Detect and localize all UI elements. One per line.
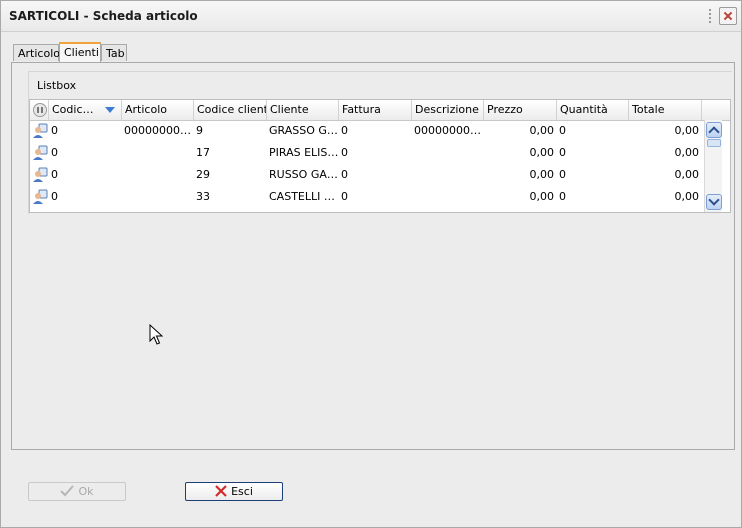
client-person-icon: [33, 189, 48, 204]
cell-quantita: 0: [559, 146, 566, 159]
cell-codice: 0: [51, 168, 58, 181]
cell-fattura: 0: [341, 124, 348, 137]
cell-codice: 0: [51, 190, 58, 203]
cell-descrizione: [412, 186, 484, 208]
grip-icon[interactable]: [709, 9, 714, 23]
col-header-fattura[interactable]: Fattura: [339, 100, 412, 120]
window-title: SARTICOLI - Scheda articolo: [9, 9, 198, 23]
client-person-icon: [33, 123, 48, 138]
grid-header: Codic… Articolo Codice cliente Cliente F…: [30, 100, 730, 121]
table-row[interactable]: 0 17 PIRAS ELIS… 0 0,00 0 0,00: [30, 142, 702, 164]
cell-codice-cliente: 9: [196, 124, 203, 137]
table-row[interactable]: 0 000000000… 9 GRASSO G… 0 000000000… 0,…: [30, 120, 702, 142]
tab-panel-clienti: Listbox Codic… Articolo Codice cliente C…: [11, 62, 735, 450]
tab-articolo[interactable]: Articolo: [13, 44, 60, 61]
cell-cliente: CASTELLI …: [269, 190, 335, 203]
cell-articolo: 000000000…: [124, 124, 194, 137]
cell-totale: 0,00: [674, 124, 700, 137]
cell-codice: 0: [51, 146, 58, 159]
cell-cliente: PIRAS ELIS…: [269, 146, 339, 159]
cell-quantita: 0: [559, 168, 566, 181]
main-window: SARTICOLI - Scheda articolo Articolo Cli…: [0, 0, 742, 528]
col-header-totale[interactable]: Totale: [629, 100, 702, 120]
row-selector-header[interactable]: [30, 100, 49, 120]
col-header-prezzo[interactable]: Prezzo: [484, 100, 557, 120]
client-person-icon: [33, 145, 48, 160]
ok-button[interactable]: Ok: [28, 482, 126, 501]
mouse-cursor-icon: [149, 324, 163, 345]
cell-prezzo: 0,00: [529, 124, 555, 137]
sort-descending-icon[interactable]: [105, 107, 115, 113]
cell-codice-cliente: 33: [196, 190, 210, 203]
client-person-icon: [33, 167, 48, 182]
cancel-x-icon: [215, 485, 227, 497]
cell-cliente: GRASSO G…: [269, 124, 338, 137]
tab-clienti[interactable]: Clienti: [59, 42, 101, 63]
cell-descrizione: [412, 142, 484, 164]
col-header-articolo[interactable]: Articolo: [122, 100, 194, 120]
cell-quantita: 0: [559, 124, 566, 137]
esci-button[interactable]: Esci: [185, 482, 283, 501]
table-row[interactable]: 0 29 RUSSO GAI… 0 0,00 0 0,00: [30, 164, 702, 186]
cell-codice-cliente: 17: [196, 146, 210, 159]
scrollbar-thumb[interactable]: [707, 139, 721, 147]
cell-prezzo: 0,00: [529, 168, 555, 181]
cell-totale: 0,00: [674, 190, 700, 203]
pause-icon[interactable]: [33, 103, 47, 117]
scroll-up-icon[interactable]: [706, 122, 722, 138]
cell-articolo: [122, 142, 194, 164]
col-header-quantita[interactable]: Quantità: [557, 100, 629, 120]
cell-fattura: 0: [341, 168, 348, 181]
cell-articolo: [122, 186, 194, 208]
cell-quantita: 0: [559, 190, 566, 203]
cell-descrizione: 000000000…: [414, 124, 484, 137]
scroll-down-icon[interactable]: [706, 194, 722, 210]
tab-tab[interactable]: Tab: [101, 44, 127, 61]
col-header-descrizione[interactable]: Descrizione: [412, 100, 484, 120]
cell-articolo: [122, 164, 194, 186]
listbox-label: Listbox: [37, 79, 77, 92]
cell-codice-cliente: 29: [196, 168, 210, 181]
cell-descrizione: [412, 164, 484, 186]
cell-cliente: RUSSO GAI…: [269, 168, 339, 181]
col-header-cliente[interactable]: Cliente: [267, 100, 339, 120]
col-header-label: Codic…: [52, 103, 94, 116]
ok-button-label: Ok: [78, 485, 94, 498]
cell-codice: 0: [51, 124, 58, 137]
grid-vertical-scrollbar[interactable]: [704, 120, 722, 212]
cell-fattura: 0: [341, 190, 348, 203]
checkmark-icon: [60, 485, 75, 497]
table-row[interactable]: 0 33 CASTELLI … 0 0,00 0 0,00: [30, 186, 702, 208]
title-bar[interactable]: SARTICOLI - Scheda articolo: [1, 1, 741, 32]
col-header-codice-cliente[interactable]: Codice cliente: [194, 100, 267, 120]
clienti-grid[interactable]: Codic… Articolo Codice cliente Cliente F…: [29, 99, 731, 213]
cell-prezzo: 0,00: [529, 146, 555, 159]
cell-prezzo: 0,00: [529, 190, 555, 203]
esci-button-label: Esci: [231, 485, 253, 498]
cell-totale: 0,00: [674, 168, 700, 181]
cell-totale: 0,00: [674, 146, 700, 159]
cell-fattura: 0: [341, 146, 348, 159]
col-header-codice[interactable]: Codic…: [49, 100, 122, 120]
close-icon[interactable]: [719, 7, 737, 25]
